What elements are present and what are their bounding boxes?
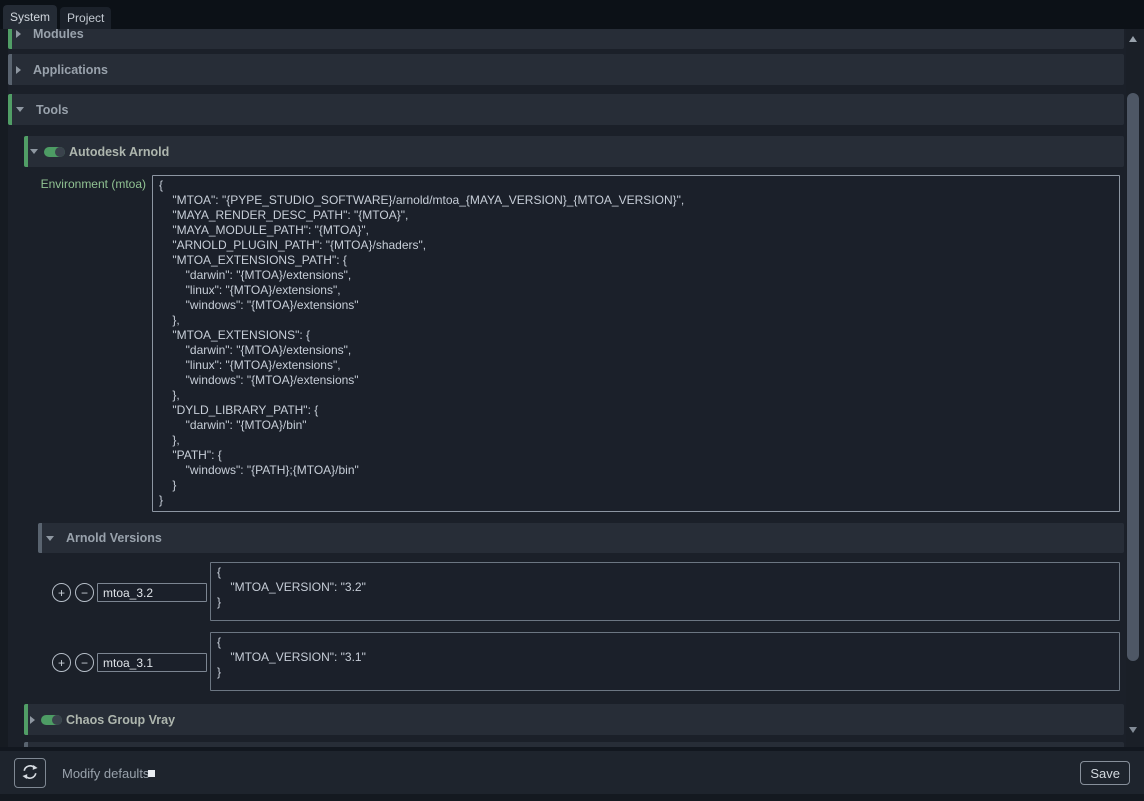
refresh-button[interactable] <box>14 758 46 788</box>
modify-defaults-checkbox[interactable] <box>148 770 155 777</box>
section-label: Modules <box>33 29 84 41</box>
left-gutter <box>0 29 8 747</box>
refresh-icon <box>21 763 39 784</box>
add-version-button[interactable]: + <box>52 653 71 672</box>
settings-window: System Project Modules Applications Tool… <box>0 0 1144 801</box>
scroll-up-icon[interactable] <box>1129 36 1137 42</box>
section-header-chaos-group-vray[interactable]: Chaos Group Vray <box>24 704 1124 735</box>
chevron-right-icon <box>16 66 21 74</box>
section-label: Applications <box>33 63 108 77</box>
tab-bar: System Project <box>0 0 1144 29</box>
environment-json-editor[interactable]: { "MTOA": "{PYPE_STUDIO_SOFTWARE}/arnold… <box>152 175 1120 512</box>
section-header-applications[interactable]: Applications <box>8 54 1124 85</box>
settings-scroll-area: Modules Applications Tools Autodesk Arno… <box>0 29 1144 747</box>
vray-enabled-toggle[interactable] <box>41 715 62 725</box>
arnold-enabled-toggle[interactable] <box>44 147 65 157</box>
scrollbar-thumb[interactable] <box>1127 93 1139 661</box>
footer-bar: Modify defaults Save <box>0 747 1144 801</box>
chevron-down-icon <box>30 149 38 154</box>
window-bottom-edge <box>0 794 1144 801</box>
chevron-down-icon <box>46 536 54 541</box>
add-version-button[interactable]: + <box>52 583 71 602</box>
section-header-modules[interactable]: Modules <box>8 29 1124 49</box>
chevron-right-icon <box>30 716 35 724</box>
version-name-input[interactable] <box>97 583 207 602</box>
tab-project[interactable]: Project <box>60 7 111 29</box>
section-header-tools[interactable]: Tools <box>8 94 1124 125</box>
chevron-down-icon <box>16 107 24 112</box>
version-name-input[interactable] <box>97 653 207 672</box>
section-label: Autodesk Arnold <box>69 145 169 159</box>
remove-version-button[interactable]: − <box>75 583 94 602</box>
section-header-arnold-versions[interactable]: Arnold Versions <box>38 523 1124 553</box>
section-label: Arnold Versions <box>66 531 162 545</box>
save-button[interactable]: Save <box>1080 761 1130 785</box>
section-header-autodesk-arnold[interactable]: Autodesk Arnold <box>24 136 1124 167</box>
section-label: Chaos Group Vray <box>66 713 175 727</box>
scroll-down-icon[interactable] <box>1129 727 1137 733</box>
tab-system[interactable]: System <box>3 5 57 29</box>
environment-label: Environment (mtoa) <box>8 177 146 191</box>
vertical-scrollbar[interactable] <box>1126 29 1140 747</box>
remove-version-button[interactable]: − <box>75 653 94 672</box>
chevron-right-icon <box>16 30 21 38</box>
section-label: Tools <box>36 103 68 117</box>
version-json-editor[interactable]: { "MTOA_VERSION": "3.1" } <box>210 632 1120 691</box>
modify-defaults-label: Modify defaults <box>62 766 149 781</box>
version-json-editor[interactable]: { "MTOA_VERSION": "3.2" } <box>210 562 1120 621</box>
